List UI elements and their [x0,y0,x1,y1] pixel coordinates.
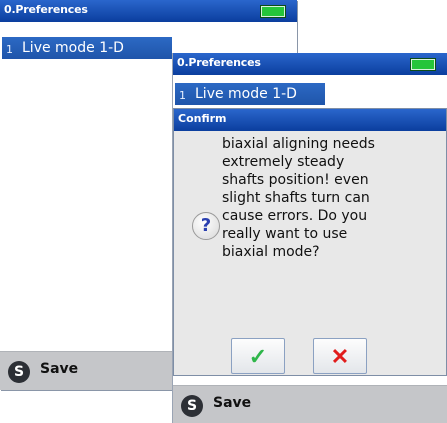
numeral-one-icon: 1 [179,89,186,102]
window-title: 0.Preferences [4,3,88,16]
battery-icon [261,6,285,17]
title-bar: 0.Preferences [173,53,447,75]
list-item-live-mode[interactable]: 1 Live mode 1-D [2,37,172,59]
dialog-message: biaxial aligning needs extremely steady … [222,136,375,260]
cancel-button[interactable]: ✕ [313,338,367,374]
save-softkey-icon[interactable]: S [181,395,203,417]
list-item-label: Live mode 1-D [22,40,124,56]
window-title: 0.Preferences [177,56,261,69]
confirm-dialog: Confirm ? biaxial aligning needs extreme… [173,108,447,376]
list-item-live-mode[interactable]: 1 Live mode 1-D [175,83,325,105]
question-icon: ? [192,212,220,240]
save-label[interactable]: Save [40,361,78,377]
bottom-bar: S Save [173,385,447,423]
preferences-window-front: 0.Preferences 1 Live mode 1-D Confirm ? … [173,53,447,423]
dialog-title: Confirm [178,112,227,125]
save-label[interactable]: Save [213,395,251,411]
ok-button[interactable]: ✓ [231,338,285,374]
battery-icon [411,59,435,70]
numeral-one-icon: 1 [6,43,13,56]
title-bar: 0.Preferences [0,0,297,22]
list-item-label: Live mode 1-D [195,86,297,102]
dialog-title-bar: Confirm [174,109,446,131]
save-softkey-icon[interactable]: S [8,361,30,383]
